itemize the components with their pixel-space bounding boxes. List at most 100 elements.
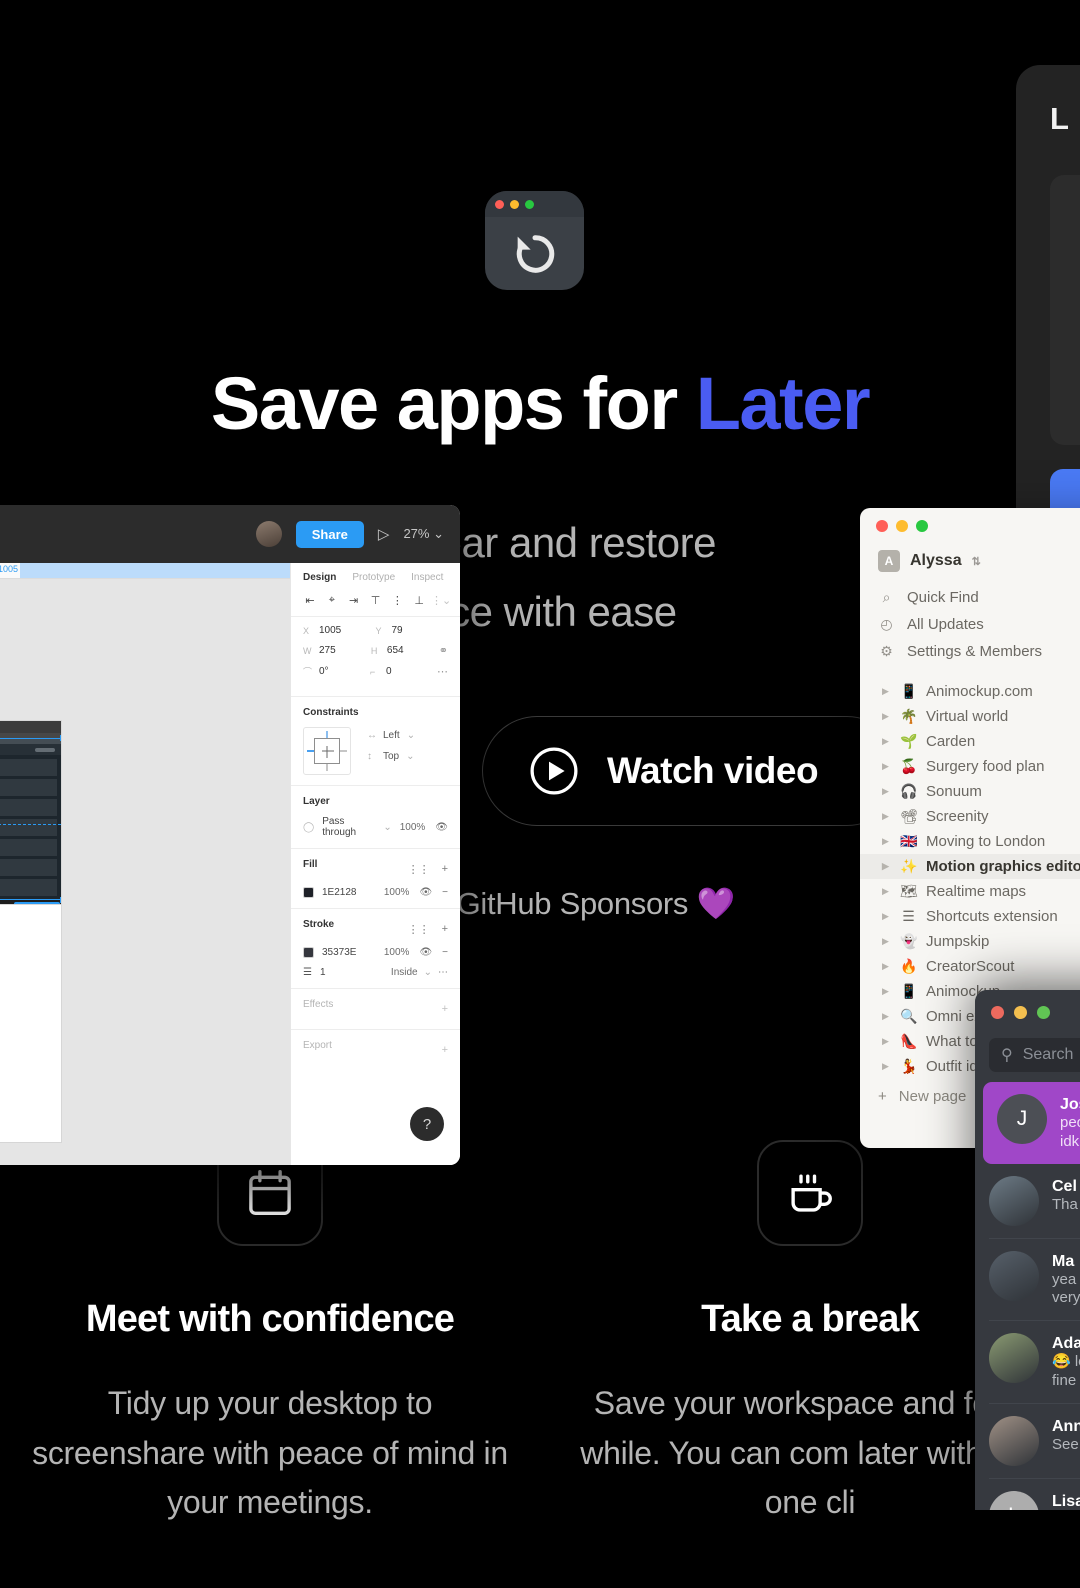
rotation-value[interactable]: 0° [319, 666, 329, 677]
expand-arrow-icon[interactable]: ▶ [882, 711, 891, 722]
conversation-list: J Jospeoidk CelTha Mayeavery Ada😂 lofine AnnS… [975, 1082, 1080, 1510]
question-mark-icon[interactable]: ? [410, 1107, 444, 1141]
more-options-icon[interactable]: ⋯ [437, 665, 448, 678]
conversation-row[interactable]: J Jospeoidk [983, 1082, 1080, 1164]
stroke-hex-value[interactable]: 35373E [322, 947, 356, 958]
tab-design[interactable]: Design [303, 572, 336, 583]
expand-arrow-icon[interactable]: ▶ [882, 736, 891, 747]
conversation-row[interactable]: L LisaSure [975, 1479, 1080, 1510]
expand-arrow-icon[interactable]: ▶ [882, 1061, 891, 1072]
w-value[interactable]: 275 [319, 645, 336, 656]
stroke-weight-value[interactable]: 1 [320, 967, 326, 978]
eye-icon[interactable]: 👁 [435, 822, 448, 833]
x-value[interactable]: 1005 [319, 625, 341, 636]
avatar[interactable] [255, 521, 282, 547]
corner-radius-value[interactable]: 0 [386, 666, 392, 677]
workspace-switcher[interactable]: A Alyssa ⇅ [860, 544, 1080, 584]
vertical-constraint-dropdown[interactable]: ↕ Top ⌄ [367, 751, 415, 762]
search-input[interactable]: ⚲ Search [989, 1038, 1080, 1072]
layer-opacity-value[interactable]: 100% [400, 822, 426, 833]
sidebar-item-quick-find[interactable]: ⌕ Quick Find [860, 584, 1080, 611]
tab-inspect[interactable]: Inspect [411, 572, 443, 583]
sidebar-item-all-updates[interactable]: ◴ All Updates [860, 611, 1080, 638]
traffic-light-close[interactable] [991, 1005, 1004, 1019]
conversation-row[interactable]: Ada😂 lofine [975, 1321, 1080, 1403]
notion-page-item[interactable]: ▶ 🍒 Surgery food plan [860, 754, 1080, 779]
align-right-icon[interactable]: ⇥ [343, 594, 365, 607]
notion-page-item[interactable]: ▶ 🔥 CreatorScout [860, 954, 1080, 979]
fill-opacity-value[interactable]: 100% [384, 887, 410, 898]
expand-arrow-icon[interactable]: ▶ [882, 811, 891, 822]
fill-color-swatch[interactable] [303, 887, 314, 898]
notion-page-item[interactable]: ▶ 🌴 Virtual world [860, 704, 1080, 729]
tab-prototype[interactable]: Prototype [352, 572, 395, 583]
share-button[interactable]: Share [295, 520, 364, 548]
expand-arrow-icon[interactable]: ▶ [882, 886, 891, 897]
notion-page-item[interactable]: ▶ 👻 Jumpskip [860, 929, 1080, 954]
notion-page-item[interactable]: ▶ ✨ Motion graphics editor [860, 854, 1080, 879]
sidebar-item-settings-members[interactable]: ⚙ Settings & Members [860, 638, 1080, 665]
conversation-row[interactable]: Ann See [975, 1404, 1080, 1478]
remove-fill-button[interactable]: − [442, 887, 448, 898]
figma-canvas[interactable]: -250 0 250 500 750 1005 Previewing ·· [0, 563, 290, 1165]
traffic-light-minimize[interactable] [1014, 1005, 1027, 1019]
preview-thumbnail[interactable]: TRENT REZNOR AND ATTICUS ROSS THE SOCIAL… [0, 720, 62, 905]
zoom-level-dropdown[interactable]: 27% ⌄ [403, 526, 444, 542]
notion-page-item[interactable]: ▶ ☰ Shortcuts extension [860, 904, 1080, 929]
traffic-light-maximize[interactable] [1037, 1005, 1050, 1019]
h-value[interactable]: 654 [387, 645, 404, 656]
selection-box[interactable]: 275 × 654 [0, 735, 61, 904]
align-horizontal-center-icon[interactable]: ⌖ [321, 594, 343, 607]
align-top-icon[interactable]: ⊤ [365, 594, 387, 607]
notion-page-item[interactable]: ▶ 🇬🇧 Moving to London [860, 829, 1080, 854]
expand-arrow-icon[interactable]: ▶ [882, 861, 891, 872]
stroke-color-swatch[interactable] [303, 947, 314, 958]
notion-page-item[interactable]: ▶ 🌱 Carden [860, 729, 1080, 754]
add-fill-button[interactable]: + [442, 863, 448, 876]
y-value[interactable]: 79 [392, 625, 403, 636]
watch-video-button[interactable]: Watch video [482, 716, 902, 826]
expand-arrow-icon[interactable]: ▶ [882, 786, 891, 797]
add-stroke-button[interactable]: + [442, 923, 448, 936]
horizontal-constraint-value: Left [383, 730, 400, 741]
expand-arrow-icon[interactable]: ▶ [882, 761, 891, 772]
lock-aspect-ratio-icon[interactable]: ⚭ [439, 644, 448, 657]
traffic-light-close[interactable] [876, 520, 888, 532]
expand-arrow-icon[interactable]: ▶ [882, 836, 891, 847]
expand-arrow-icon[interactable]: ▶ [882, 1011, 891, 1022]
eye-icon[interactable]: 👁 [419, 887, 432, 898]
align-vertical-center-icon[interactable]: ⋮ [386, 594, 408, 607]
traffic-light-minimize[interactable] [896, 520, 908, 532]
blend-mode-value[interactable]: Pass through [322, 816, 375, 838]
add-effect-button[interactable]: + [442, 1003, 448, 1015]
constraints-widget[interactable] [303, 727, 351, 775]
present-icon[interactable]: ▷ [378, 525, 390, 543]
page-label: Sonuum [926, 783, 982, 800]
expand-arrow-icon[interactable]: ▶ [882, 961, 891, 972]
horizontal-constraint-dropdown[interactable]: ↔ Left ⌄ [367, 730, 415, 741]
distribute-icon[interactable]: ⋮⌄ [430, 594, 452, 607]
expand-arrow-icon[interactable]: ▶ [882, 686, 891, 697]
conversation-row[interactable]: Ma yea very [975, 1239, 1080, 1321]
expand-arrow-icon[interactable]: ▶ [882, 986, 891, 997]
stroke-styles-icon[interactable]: ⋮⋮ [408, 923, 430, 936]
conversation-row[interactable]: Cel Tha [975, 1164, 1080, 1238]
stroke-more-options-icon[interactable]: ⋯ [438, 967, 448, 978]
notion-page-item[interactable]: ▶ 🎧 Sonuum [860, 779, 1080, 804]
notion-page-item[interactable]: ▶ 🗺 Realtime maps [860, 879, 1080, 904]
stroke-position-value[interactable]: Inside [391, 967, 418, 978]
expand-arrow-icon[interactable]: ▶ [882, 911, 891, 922]
notion-page-item[interactable]: ▶ 📱 Animockup.com [860, 679, 1080, 704]
expand-arrow-icon[interactable]: ▶ [882, 936, 891, 947]
add-export-button[interactable]: + [442, 1044, 448, 1056]
align-bottom-icon[interactable]: ⊥ [408, 594, 430, 607]
fill-hex-value[interactable]: 1E2128 [322, 887, 356, 898]
traffic-light-maximize[interactable] [916, 520, 928, 532]
eye-icon[interactable]: 👁 [419, 947, 432, 958]
expand-arrow-icon[interactable]: ▶ [882, 1036, 891, 1047]
align-left-icon[interactable]: ⇤ [299, 594, 321, 607]
notion-page-item[interactable]: ▶ 📽 Screenity [860, 804, 1080, 829]
remove-stroke-button[interactable]: − [442, 947, 448, 958]
fill-styles-icon[interactable]: ⋮⋮ [408, 863, 430, 876]
stroke-opacity-value[interactable]: 100% [384, 947, 410, 958]
